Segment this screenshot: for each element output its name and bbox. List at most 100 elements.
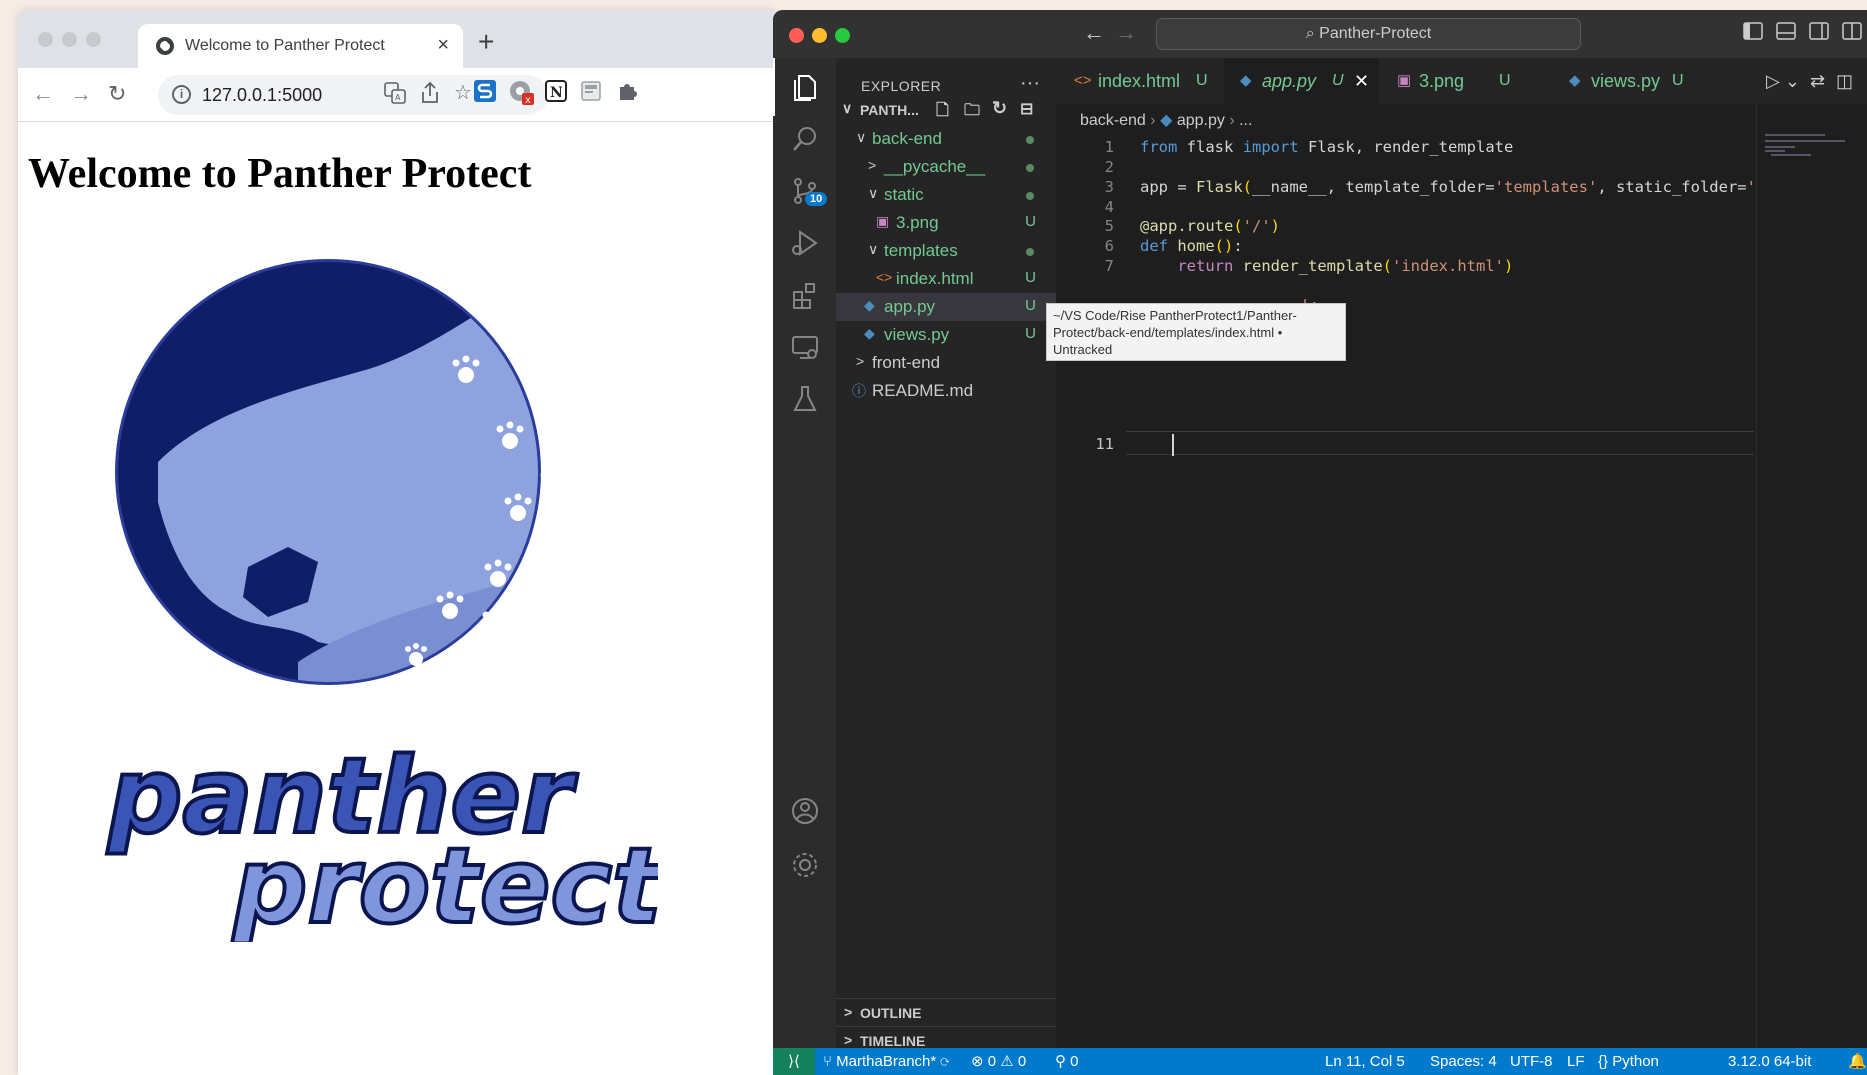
- branch-status[interactable]: ⑂ MarthaBranch* ⟳: [823, 1048, 949, 1075]
- tree-item-pycache[interactable]: > __pycache__: [836, 153, 1056, 181]
- problems-status[interactable]: ⊗ 0 ⚠ 0: [971, 1048, 1026, 1075]
- nav-back-icon[interactable]: ←: [1083, 20, 1105, 46]
- more-actions-icon[interactable]: ···: [1020, 72, 1040, 95]
- window-minimize-button[interactable]: [62, 32, 77, 47]
- testing-flask-icon[interactable]: [773, 370, 836, 428]
- close-tab-icon[interactable]: ✕: [1354, 58, 1369, 104]
- toggle-sidebar-icon[interactable]: [1743, 22, 1763, 45]
- tab-views-py[interactable]: ◆ views.py U: [1539, 58, 1709, 104]
- vscode-minimize-button[interactable]: [812, 28, 827, 43]
- chevron-down-icon: ∨: [868, 185, 879, 201]
- vscode-zoom-button[interactable]: [835, 28, 850, 43]
- bookmark-star-icon[interactable]: ☆: [454, 80, 472, 106]
- indentation[interactable]: Spaces: 4: [1430, 1048, 1497, 1075]
- run-debug-icon[interactable]: [773, 214, 836, 272]
- new-folder-icon[interactable]: 🗀: [964, 99, 980, 126]
- tree-item-back-end[interactable]: ∨ back-end: [836, 125, 1056, 153]
- image-file-icon: ▣: [876, 213, 890, 229]
- browser-tab[interactable]: Welcome to Panther Protect ×: [138, 24, 463, 68]
- notion-icon[interactable]: N: [545, 80, 567, 109]
- python-file-icon: ◆: [1569, 72, 1581, 89]
- tab-3-png[interactable]: ▣ 3.png U: [1379, 58, 1539, 104]
- remote-explorer-icon[interactable]: [773, 318, 836, 376]
- tree-item-templates[interactable]: ∨ templates: [836, 237, 1056, 265]
- close-tab-icon[interactable]: ×: [437, 34, 449, 57]
- command-center-search[interactable]: ⌕ Panther-Protect: [1156, 18, 1581, 50]
- svg-text:x: x: [525, 95, 531, 106]
- ports-status[interactable]: ⚲ 0: [1055, 1048, 1079, 1075]
- toggle-panel-icon[interactable]: [1776, 22, 1796, 45]
- tree-item-views-py[interactable]: ◆ views.py U: [836, 321, 1056, 349]
- remote-indicator-icon[interactable]: ⟩⟨: [773, 1048, 815, 1075]
- collapse-all-icon[interactable]: ⊟: [1020, 99, 1033, 119]
- search-view-icon[interactable]: [773, 110, 836, 168]
- activity-bar: 10: [773, 58, 836, 1048]
- manage-gear-icon[interactable]: [773, 836, 836, 894]
- new-file-icon[interactable]: 🗋: [936, 99, 949, 126]
- code-line-7: return render_template('index.html'): [1177, 257, 1514, 275]
- globe-icon: [156, 37, 174, 55]
- workspace-root[interactable]: ∨ PANTH... 🗋 🗀 ↻ ⊟: [836, 96, 1056, 124]
- tab-strip: Welcome to Panther Protect × +: [18, 10, 778, 68]
- code-line-5: @app.route('/'): [1140, 217, 1281, 235]
- explorer-icon[interactable]: [773, 58, 836, 116]
- breadcrumb-file[interactable]: app.py: [1177, 112, 1225, 129]
- vscode-close-button[interactable]: [789, 28, 804, 43]
- chevron-right-icon: >: [844, 1032, 853, 1048]
- reload-icon[interactable]: ↻: [108, 80, 126, 108]
- minimap[interactable]: [1756, 104, 1867, 1048]
- split-editor-icon[interactable]: ◫: [1836, 58, 1853, 104]
- language-mode[interactable]: {} Python: [1598, 1048, 1659, 1075]
- file-path-tooltip: ~/VS Code/Rise PantherProtect1/Panther-P…: [1046, 303, 1346, 361]
- html-file-icon: <>: [876, 269, 893, 285]
- extensions-puzzle-icon[interactable]: [616, 80, 638, 109]
- reader-extension-icon[interactable]: [580, 80, 602, 109]
- run-file-icon[interactable]: ▷ ⌄: [1766, 58, 1800, 104]
- source-control-icon[interactable]: 10: [773, 162, 836, 220]
- extension-s-icon[interactable]: [473, 79, 497, 110]
- toggle-secondary-sidebar-icon[interactable]: [1809, 22, 1829, 45]
- python-file-icon: ◆: [1160, 112, 1173, 129]
- notifications-bell-icon[interactable]: 🔔: [1848, 1048, 1867, 1075]
- tree-item-front-end[interactable]: > front-end: [836, 349, 1056, 377]
- page-content: Welcome to Panther Protect panther prote…: [18, 122, 778, 1075]
- share-icon[interactable]: [420, 81, 440, 112]
- forward-arrow-icon[interactable]: →: [70, 80, 92, 108]
- encoding[interactable]: UTF-8: [1510, 1048, 1553, 1075]
- tree-item-3-png[interactable]: ▣ 3.png U: [836, 209, 1056, 237]
- customize-layout-icon[interactable]: [1842, 22, 1862, 45]
- modified-dot: [1026, 136, 1034, 144]
- extension-grammar-icon[interactable]: x: [508, 79, 536, 114]
- modified-dot: [1026, 192, 1034, 200]
- python-interpreter[interactable]: 3.12.0 64-bit: [1728, 1048, 1811, 1075]
- line-number: 6: [1104, 237, 1114, 255]
- tree-item-static[interactable]: ∨ static: [836, 181, 1056, 209]
- new-tab-button[interactable]: +: [478, 28, 494, 56]
- panther-protect-logo: panther protect: [104, 259, 658, 942]
- line-number: 11: [1095, 435, 1114, 453]
- extensions-icon[interactable]: [773, 266, 836, 324]
- code-editor[interactable]: 1 2 3 4 5 6 7 11 from flask import Flask…: [1056, 138, 1765, 1048]
- tab-app-py[interactable]: ◆ app.py U ✕: [1224, 58, 1379, 104]
- window-close-button[interactable]: [38, 32, 53, 47]
- cursor-position[interactable]: Ln 11, Col 5: [1325, 1048, 1405, 1075]
- translate-icon[interactable]: A: [384, 82, 406, 111]
- back-arrow-icon[interactable]: ←: [32, 80, 54, 108]
- outline-section[interactable]: > OUTLINE: [836, 998, 1056, 1026]
- end-of-line[interactable]: LF: [1567, 1048, 1585, 1075]
- tree-item-app-py[interactable]: ◆ app.py U: [836, 293, 1056, 321]
- breadcrumb-more[interactable]: ...: [1239, 112, 1252, 129]
- modified-dot: [1026, 248, 1034, 256]
- refresh-icon[interactable]: ↻: [992, 98, 1007, 119]
- code-line-3: app = Flask(__name__, template_folder='t…: [1140, 178, 1765, 196]
- sync-icon: ⟳: [940, 1053, 950, 1070]
- compare-changes-icon[interactable]: ⇄: [1810, 58, 1825, 104]
- tab-index-html[interactable]: <> index.html U: [1056, 58, 1224, 104]
- site-info-icon[interactable]: i: [172, 85, 191, 104]
- accounts-icon[interactable]: [773, 782, 836, 840]
- breadcrumb-folder[interactable]: back-end: [1080, 112, 1146, 129]
- window-zoom-button[interactable]: [86, 32, 101, 47]
- tree-item-index-html[interactable]: <> index.html U: [836, 265, 1056, 293]
- tree-item-readme[interactable]: ⓘ README.md: [836, 377, 1056, 405]
- nav-forward-icon[interactable]: →: [1115, 20, 1137, 46]
